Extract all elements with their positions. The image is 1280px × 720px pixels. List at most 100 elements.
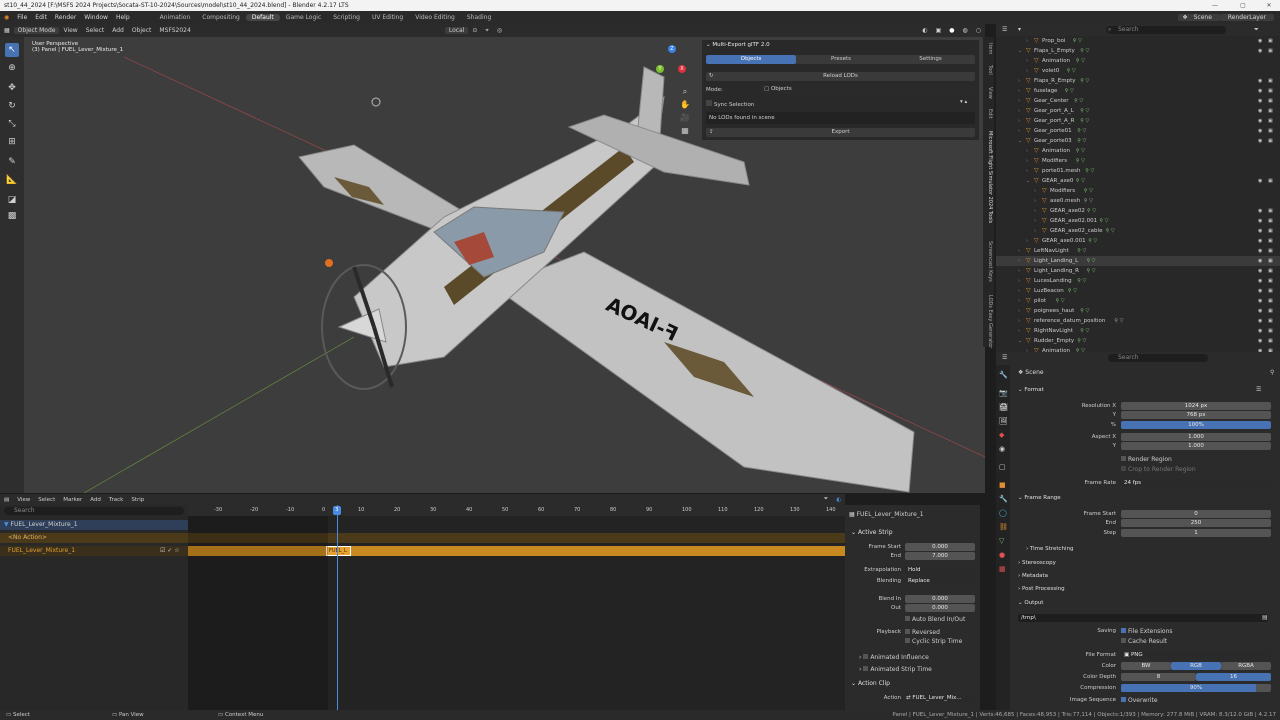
visibility-eye-icon[interactable]: ◉ (1258, 296, 1262, 306)
expand-toggle-icon[interactable]: › (1026, 156, 1028, 166)
color-bw-option[interactable]: BW (1121, 662, 1171, 670)
expand-toggle-icon[interactable]: › (1026, 236, 1028, 246)
playhead-line[interactable] (336, 505, 338, 710)
strip-end-field[interactable]: 7.000 (905, 552, 975, 560)
mode-dropdown[interactable]: ▢ Objects (760, 85, 975, 94)
shading-rendered-icon[interactable]: ○ (972, 27, 985, 34)
modifier-data-icon[interactable]: ⚲ ▽ (1088, 236, 1097, 246)
world-props-icon[interactable]: ◉ (999, 445, 1005, 453)
render-camera-icon[interactable]: ▣ (1268, 216, 1273, 226)
nla-object-channel[interactable]: ▼ FUEL_Lever_Mixture_1 (0, 520, 188, 530)
visibility-eye-icon[interactable]: ◉ (1258, 266, 1262, 276)
side-tab-tool[interactable]: Tool (984, 65, 993, 75)
expand-toggle-icon[interactable]: › (1018, 326, 1020, 336)
rotate-icon[interactable]: ↻ (5, 99, 19, 113)
render-camera-icon[interactable]: ▣ (1268, 246, 1273, 256)
modifier-data-icon[interactable]: ⚲ ▽ (1076, 56, 1085, 66)
reload-lods-button[interactable]: ↻ Reload LODs (706, 72, 975, 81)
add-cube-icon[interactable]: ◪ (5, 193, 19, 207)
shading-material-icon[interactable]: ◍ (959, 27, 972, 34)
blend-out-field[interactable]: 0.000 (905, 604, 975, 612)
outliner-row[interactable]: › ▽ Animation ⚲ ▽ (996, 146, 1280, 156)
viewport-menu-view[interactable]: View (59, 27, 81, 34)
modifier-data-icon[interactable]: ⚲ ▽ (1084, 196, 1093, 206)
render-props-icon[interactable]: 📷 (999, 389, 1008, 397)
folder-icon[interactable]: ▤ (1262, 614, 1268, 621)
expand-toggle-icon[interactable]: › (1018, 86, 1020, 96)
aspect-x-field[interactable]: 1.000 (1121, 433, 1271, 441)
properties-search-input[interactable]: Search (1108, 354, 1208, 362)
outliner-row[interactable]: › ▽ LeftNavLight ⚲ ▽ ◉ ▣ (996, 246, 1280, 256)
outliner-row[interactable]: ⌄ ▽ Flaps_L_Empty ⚲ ▽ ◉ ▣ (996, 46, 1280, 56)
outliner-row[interactable]: › ▽ LucesLanding ⚲ ▽ ◉ ▣ (996, 276, 1280, 286)
orientation-selector[interactable]: Local (444, 27, 469, 34)
maximize-button[interactable]: ▢ (1234, 0, 1252, 11)
outliner-row[interactable]: › ▽ Animation ⚲ ▽ (996, 56, 1280, 66)
blending-dropdown[interactable]: Replace (905, 577, 975, 585)
constraint-props-icon[interactable]: ⛓ (999, 523, 1008, 531)
render-camera-icon[interactable]: ▣ (1268, 206, 1273, 216)
menu-edit[interactable]: Edit (31, 14, 51, 21)
expand-toggle-icon[interactable]: › (1018, 126, 1020, 136)
properties-editor-icon[interactable]: ☰ (1002, 354, 1007, 361)
modifier-data-icon[interactable]: ⚲ ▽ (1077, 126, 1086, 136)
modifier-data-icon[interactable]: ⚲ ▽ (1080, 306, 1089, 316)
visibility-eye-icon[interactable]: ◉ (1258, 326, 1262, 336)
visibility-eye-icon[interactable]: ◉ (1258, 136, 1262, 146)
render-camera-icon[interactable]: ▣ (1268, 276, 1273, 286)
expand-toggle-icon[interactable]: › (1018, 296, 1020, 306)
modifier-data-icon[interactable]: ⚲ ▽ (1106, 226, 1115, 236)
outliner-row[interactable]: › ▽ volet0 ⚲ ▽ (996, 66, 1280, 76)
outliner-row[interactable]: › ▽ LuzBeacon ⚲ ▽ ◉ ▣ (996, 286, 1280, 296)
animated-influence-section[interactable]: › Animated Influence (859, 654, 929, 661)
modifier-data-icon[interactable]: ⚲ ▽ (1080, 106, 1089, 116)
side-tab-edit[interactable]: Edit (984, 109, 993, 119)
expand-toggle-icon[interactable]: › (1026, 36, 1028, 46)
expand-toggle-icon[interactable]: › (1034, 216, 1036, 226)
scene-props-icon[interactable]: ◆ (999, 431, 1004, 439)
modifier-data-icon[interactable]: ⚲ ▽ (1087, 266, 1096, 276)
nla-menu-strip[interactable]: Strip (127, 497, 148, 503)
visibility-eye-icon[interactable]: ◉ (1258, 176, 1262, 186)
outliner-row[interactable]: › ▽ GEAR_axe02.001 ⚲ ▽ ◉ ▣ (996, 216, 1280, 226)
modifier-data-icon[interactable]: ⚲ ▽ (1074, 96, 1083, 106)
side-tab-lods[interactable]: LODs Easy Generator (984, 295, 993, 348)
proportional-icon[interactable]: ◎ (493, 27, 506, 34)
annotate-icon[interactable]: ✎ (5, 155, 19, 169)
extrapolation-dropdown[interactable]: Hold (905, 566, 975, 574)
frame-start-field[interactable]: 0 (1121, 510, 1271, 518)
cyclic-strip-time-checkbox[interactable]: Cyclic Strip Time (905, 638, 962, 645)
reversed-checkbox[interactable]: Reversed (905, 629, 940, 636)
auto-blend-checkbox[interactable]: Auto Blend In/Out (905, 616, 965, 623)
outliner-row[interactable]: › ▽ Light_Landing_R ⚲ ▽ ◉ ▣ (996, 266, 1280, 276)
visibility-eye-icon[interactable]: ◉ (1258, 226, 1262, 236)
measure-icon[interactable]: 📐 (5, 173, 19, 187)
blender-logo-icon[interactable]: ◉ (0, 14, 13, 21)
outliner-row[interactable]: › ▽ Flaps_R_Empty ⚲ ▽ ◉ ▣ (996, 76, 1280, 86)
strip-frame-start-field[interactable]: 0.000 (905, 543, 975, 551)
aspect-y-field[interactable]: 1.000 (1121, 442, 1271, 450)
expand-toggle-icon[interactable]: › (1018, 256, 1020, 266)
view-layer-selector[interactable]: RenderLayer (1219, 14, 1274, 21)
expand-toggle-icon[interactable]: › (1018, 316, 1020, 326)
outliner-display-icon[interactable]: ▾ (1018, 26, 1021, 33)
gizmo-z[interactable]: Z (668, 45, 676, 53)
nla-search-input[interactable]: Search (4, 507, 184, 515)
modifier-data-icon[interactable]: ⚲ ▽ (1087, 206, 1096, 216)
filter-icon[interactable]: ⏷ (1254, 26, 1259, 34)
modifier-data-icon[interactable]: ⚲ ▽ (1068, 286, 1077, 296)
expand-toggle-icon[interactable]: › (1018, 106, 1020, 116)
outliner-row[interactable]: › ▽ Prop_boi ⚲ ▽ ◉ ▣ (996, 36, 1280, 46)
gizmo-x[interactable]: X (678, 65, 686, 73)
outliner-search-input[interactable]: Search (1106, 26, 1226, 34)
outliner-editor-icon[interactable]: ☰ (1002, 26, 1007, 33)
action-selector[interactable]: ⇄ FUEL_Lever_Mix... (903, 694, 975, 702)
modifier-data-icon[interactable]: ⚲ ▽ (1077, 136, 1086, 146)
render-camera-icon[interactable]: ▣ (1268, 266, 1273, 276)
physics-props-icon[interactable]: ◯ (999, 509, 1007, 517)
render-camera-icon[interactable]: ▣ (1268, 96, 1273, 106)
color-rgba-option[interactable]: RGBA (1221, 662, 1271, 670)
outliner-row[interactable]: › ▽ Modifiers ⚲ ▽ (996, 156, 1280, 166)
expand-toggle-icon[interactable]: › (1026, 146, 1028, 156)
outliner-row[interactable]: › ▽ Gear_Center ⚲ ▽ ◉ ▣ (996, 96, 1280, 106)
